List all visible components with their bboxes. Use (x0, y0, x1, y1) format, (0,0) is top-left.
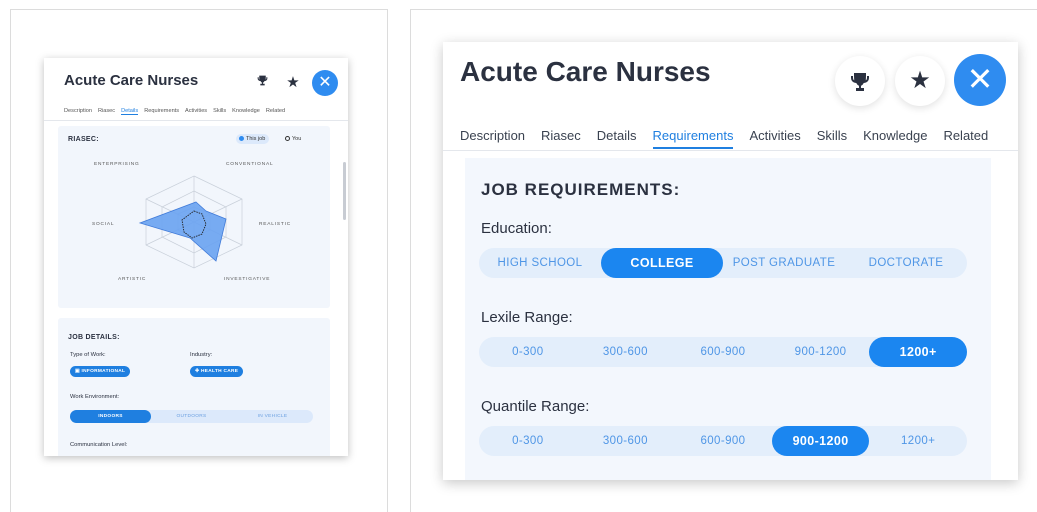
work-environment-label: Work Environment: (70, 394, 120, 400)
industry-label: Industry: (190, 352, 213, 358)
lexile-600-900[interactable]: 600-900 (674, 337, 772, 367)
close-icon[interactable]: ✕ (312, 70, 338, 96)
tab-skills[interactable]: Skills (817, 128, 847, 149)
lexile-900-1200[interactable]: 900-1200 (772, 337, 870, 367)
work-env-in-vehicle[interactable]: IN VEHICLE (232, 410, 313, 423)
tab-description[interactable]: Description (460, 128, 525, 149)
tab-riasec[interactable]: Riasec (541, 128, 581, 149)
star-icon[interactable]: ★ (282, 72, 304, 94)
industry-chip[interactable]: ✚ HEALTH CARE (190, 366, 244, 377)
riasec-heading: RIASEC: (68, 136, 99, 143)
job-card-details: Acute Care Nurses ★ ✕ Description Riasec… (44, 58, 348, 456)
tab-requirements[interactable]: Requirements (652, 128, 734, 149)
trophy-icon[interactable] (835, 56, 885, 106)
lexile-300-600[interactable]: 300-600 (577, 337, 675, 367)
quantile-900-1200[interactable]: 900-1200 (771, 426, 870, 456)
radio-icon (285, 136, 290, 141)
quantile-1200-plus[interactable]: 1200+ (869, 426, 967, 456)
quantile-range-label: Quantile Range: (481, 398, 590, 415)
this-job-shape (138, 201, 227, 262)
tab-divider (443, 150, 1018, 151)
communication-level-label: Communication Level: (70, 442, 128, 448)
toggle-you[interactable]: You (282, 134, 305, 144)
quantile-0-300[interactable]: 0-300 (479, 426, 577, 456)
lexile-1200-plus[interactable]: 1200+ (869, 337, 967, 367)
trophy-icon[interactable] (251, 72, 273, 94)
job-title: Acute Care Nurses (460, 56, 711, 87)
education-doctorate[interactable]: DOCTORATE (845, 248, 967, 278)
lexile-range-selector: 0-300 300-600 600-900 900-1200 1200+ (479, 337, 967, 367)
job-requirements-heading: JOB REQUIREMENTS: (481, 180, 681, 199)
close-icon[interactable]: ✕ (954, 54, 1006, 106)
job-card-requirements: Acute Care Nurses ★ ✕ Description Riasec… (443, 42, 1018, 480)
riasec-radar-chart (138, 175, 243, 269)
quantile-600-900[interactable]: 600-900 (674, 426, 772, 456)
scrollbar[interactable] (343, 162, 346, 220)
type-of-work-label: Type of Work: (70, 352, 106, 358)
job-details-panel: JOB DETAILS: Type of Work: ▣ INFORMATION… (58, 318, 330, 456)
radio-icon (239, 136, 244, 141)
axis-social: SOCIAL (92, 222, 115, 227)
quantile-300-600[interactable]: 300-600 (577, 426, 675, 456)
work-environment-selector: INDOORS OUTDOORS IN VEHICLE (70, 410, 313, 423)
type-of-work-chip[interactable]: ▣ INFORMATIONAL (70, 366, 131, 377)
lexile-range-label: Lexile Range: (481, 309, 573, 326)
tab-divider (44, 120, 348, 121)
tab-related[interactable]: Related (943, 128, 988, 149)
education-post-graduate[interactable]: POST GRADUATE (723, 248, 845, 278)
quantile-range-selector: 0-300 300-600 600-900 900-1200 1200+ (479, 426, 967, 456)
tab-description[interactable]: Description (64, 108, 92, 115)
tab-riasec[interactable]: Riasec (98, 108, 115, 115)
type-of-work-value: INFORMATIONAL (81, 369, 126, 374)
star-icon[interactable]: ★ (895, 56, 945, 106)
tab-details[interactable]: Details (597, 128, 637, 149)
tab-details[interactable]: Details (121, 108, 139, 115)
education-selector: HIGH SCHOOL COLLEGE POST GRADUATE DOCTOR… (479, 248, 967, 278)
education-high-school[interactable]: HIGH SCHOOL (479, 248, 601, 278)
tab-bar: Description Riasec Details Requirements … (64, 108, 285, 115)
lexile-0-300[interactable]: 0-300 (479, 337, 577, 367)
tab-requirements[interactable]: Requirements (144, 108, 179, 115)
toggle-you-label: You (292, 136, 302, 142)
riasec-panel: RIASEC: This job You ENTERPRISING CONVEN… (58, 126, 330, 308)
job-title: Acute Care Nurses (64, 72, 199, 89)
job-requirements-panel: JOB REQUIREMENTS: Education: HIGH SCHOOL… (465, 158, 991, 480)
tab-bar: Description Riasec Details Requirements … (460, 128, 1004, 149)
toggle-this-job-label: This job (246, 136, 266, 142)
tab-activities[interactable]: Activities (749, 128, 800, 149)
tab-knowledge[interactable]: Knowledge (232, 108, 260, 115)
education-college[interactable]: COLLEGE (601, 248, 723, 278)
tab-knowledge[interactable]: Knowledge (863, 128, 927, 149)
tab-related[interactable]: Related (266, 108, 285, 115)
job-details-heading: JOB DETAILS: (68, 334, 120, 341)
work-env-indoors[interactable]: INDOORS (70, 410, 151, 423)
work-env-outdoors[interactable]: OUTDOORS (151, 410, 232, 423)
industry-value: HEALTH CARE (200, 369, 239, 374)
toggle-this-job[interactable]: This job (236, 134, 270, 144)
education-label: Education: (481, 220, 552, 237)
tab-skills[interactable]: Skills (213, 108, 226, 115)
axis-realistic: REALISTIC (259, 222, 291, 227)
tab-activities[interactable]: Activities (185, 108, 207, 115)
